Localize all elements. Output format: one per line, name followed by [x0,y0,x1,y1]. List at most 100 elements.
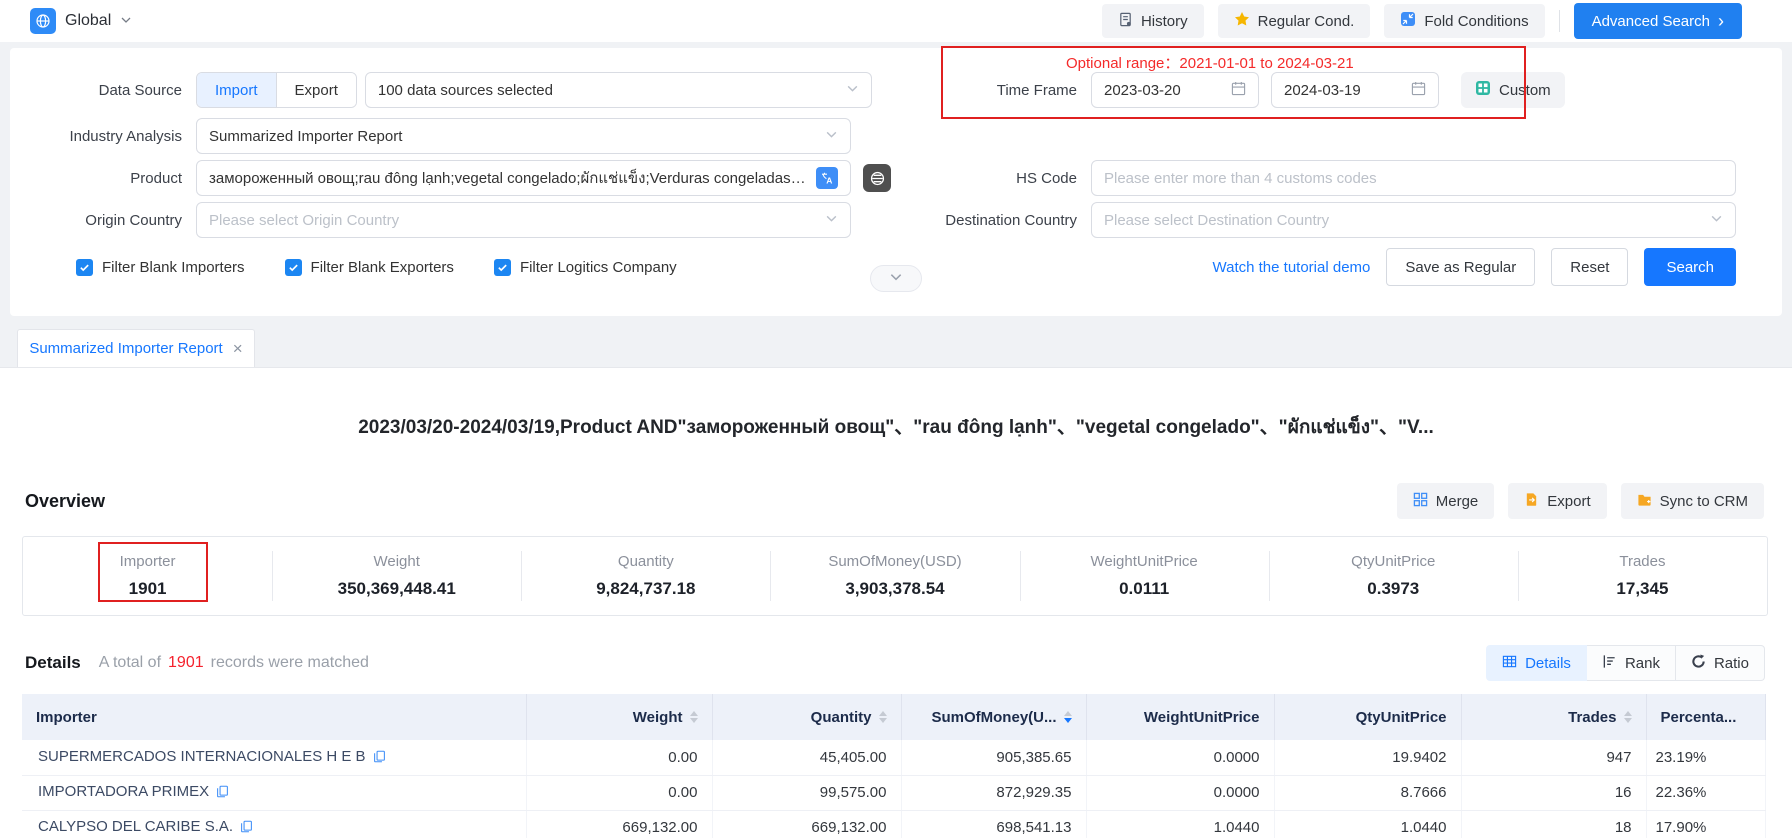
stat-value: 0.0111 [1119,579,1169,599]
form-row-product-hs: Product замороженный овощ;rau đông lạnh;… [24,160,1736,196]
data-sources-select[interactable]: 100 data sources selected [365,72,872,108]
data-source-fields: Import Export 100 data sources selected [196,72,851,108]
copy-icon[interactable] [216,785,229,802]
fold-conditions-button[interactable]: Fold Conditions [1384,4,1544,38]
chevron-down-icon [889,270,903,288]
view-rank-button[interactable]: Rank [1587,645,1676,681]
tutorial-demo-link[interactable]: Watch the tutorial demo [1213,259,1371,276]
column-weight[interactable]: Weight [526,694,712,740]
details-table: Importer Weight Quantity SumOfMoney(U...… [22,694,1766,838]
stat-label: WeightUnitPrice [1091,553,1198,570]
advanced-search-button[interactable]: Advanced Search › [1574,3,1742,39]
original-text-icon[interactable] [863,164,891,192]
start-date-input[interactable]: 2023-03-20 [1091,72,1259,108]
overview-stats-bar: Importer1901 Weight350,369,448.41 Quanti… [22,536,1768,616]
export-button[interactable]: Export [1508,483,1606,519]
data-sources-value: 100 data sources selected [378,82,838,99]
destination-country-placeholder: Please select Destination Country [1104,212,1702,229]
region-selector[interactable]: Global [30,8,132,34]
regular-cond-button[interactable]: Regular Cond. [1218,4,1371,38]
sync-to-crm-button[interactable]: Sync to CRM [1621,483,1764,519]
checkbox-checked-icon [285,259,302,276]
stat-value: 0.3973 [1367,579,1419,599]
importer-name-link[interactable]: IMPORTADORA PRIMEX [38,783,209,800]
time-frame-fields: 2023-03-20 2024-03-19 Custom [1091,72,1736,108]
star-icon [1234,11,1250,31]
cell-qty-unit-price: 8.7666 [1274,775,1461,810]
search-button[interactable]: Search [1644,248,1736,286]
destination-country-select[interactable]: Please select Destination Country [1091,202,1736,238]
filter-blank-importers-checkbox[interactable]: Filter Blank Importers [76,259,245,276]
industry-analysis-select[interactable]: Summarized Importer Report [196,118,851,154]
table-icon [1502,654,1517,673]
rank-icon [1602,654,1617,673]
time-frame-label: Time Frame [907,82,1077,99]
filter-blank-exporters-checkbox[interactable]: Filter Blank Exporters [285,259,454,276]
importer-name-link[interactable]: CALYPSO DEL CARIBE S.A. [38,818,233,835]
import-toggle[interactable]: Import [197,73,276,107]
custom-range-button[interactable]: Custom [1461,72,1565,108]
save-as-regular-button[interactable]: Save as Regular [1386,248,1535,286]
search-panel: Optional range：2021-01-01 to 2024-03-21 … [10,48,1782,316]
cell-weight: 669,132.00 [526,810,712,838]
column-trades[interactable]: Trades [1461,694,1646,740]
product-input[interactable]: замороженный овощ;rau đông lạnh;vegetal … [196,160,851,196]
stat-label: SumOfMoney(USD) [828,553,961,570]
fold-icon [1400,11,1416,31]
cell-weight-unit-price: 0.0000 [1086,740,1274,775]
view-details-button[interactable]: Details [1486,645,1587,681]
filter-logitics-company-checkbox[interactable]: Filter Logitics Company [494,259,677,276]
column-sum-of-money[interactable]: SumOfMoney(U... [901,694,1086,740]
view-rank-label: Rank [1625,655,1660,672]
details-summary: A total of 1901 records were matched [99,654,369,672]
stat-label: Trades [1619,553,1665,570]
hs-code-input[interactable] [1091,160,1736,196]
end-date-value: 2024-03-19 [1284,82,1403,99]
stat-qty-unit-price: QtyUnitPrice0.3973 [1269,537,1518,615]
column-qty-unit-price: QtyUnitPrice [1274,694,1461,740]
import-export-toggle: Import Export [196,72,357,108]
copy-icon[interactable] [373,750,386,767]
origin-country-select[interactable]: Please select Origin Country [196,202,851,238]
cell-quantity: 99,575.00 [712,775,901,810]
tab-summarized-importer-report[interactable]: Summarized Importer Report × [17,329,255,367]
history-button[interactable]: History [1102,4,1204,38]
overview-header: Overview Merge Export Sync to CRM [0,482,1792,520]
sort-icon-active-desc[interactable] [1064,711,1072,723]
ratio-icon [1691,654,1706,673]
column-quantity[interactable]: Quantity [712,694,901,740]
stat-importer: Importer1901 [23,537,272,615]
view-details-label: Details [1525,655,1571,672]
globe-icon [30,8,56,34]
industry-analysis-value: Summarized Importer Report [209,128,817,145]
copy-icon[interactable] [240,820,253,837]
view-ratio-button[interactable]: Ratio [1676,645,1765,681]
form-row-countries: Origin Country Please select Origin Coun… [24,202,1736,238]
export-toggle[interactable]: Export [276,73,356,107]
advanced-search-label: Advanced Search [1592,13,1710,30]
merge-button[interactable]: Merge [1397,483,1495,519]
sort-icon[interactable] [690,711,698,723]
column-importer: Importer [22,694,526,740]
sort-icon[interactable] [879,711,887,723]
filter-blank-importers-label: Filter Blank Importers [102,259,245,276]
chevron-down-icon [846,82,859,99]
reset-button[interactable]: Reset [1551,248,1628,286]
overview-heading: Overview [25,491,105,512]
collapse-form-button[interactable] [870,265,922,292]
sort-icon[interactable] [1624,711,1632,723]
stat-label: Importer [120,553,176,570]
importer-name-link[interactable]: SUPERMERCADOS INTERNACIONALES H E B [38,748,366,765]
summary-prefix: A total of [99,654,161,672]
details-header: Details A total of 1901 records were mat… [0,644,1792,682]
table-header-row: Importer Weight Quantity SumOfMoney(U...… [22,694,1765,740]
cell-qty-unit-price: 1.0440 [1274,810,1461,838]
tab-strip: Summarized Importer Report × [0,330,1792,368]
cell-percentage: 22.36% [1646,775,1765,810]
cell-quantity: 45,405.00 [712,740,901,775]
end-date-input[interactable]: 2024-03-19 [1271,72,1439,108]
region-label: Global [65,12,111,30]
translate-icon[interactable]: A [816,167,838,189]
report-title: 2023/03/20-2024/03/19,Product AND"заморо… [0,368,1792,442]
close-icon[interactable]: × [233,340,243,357]
